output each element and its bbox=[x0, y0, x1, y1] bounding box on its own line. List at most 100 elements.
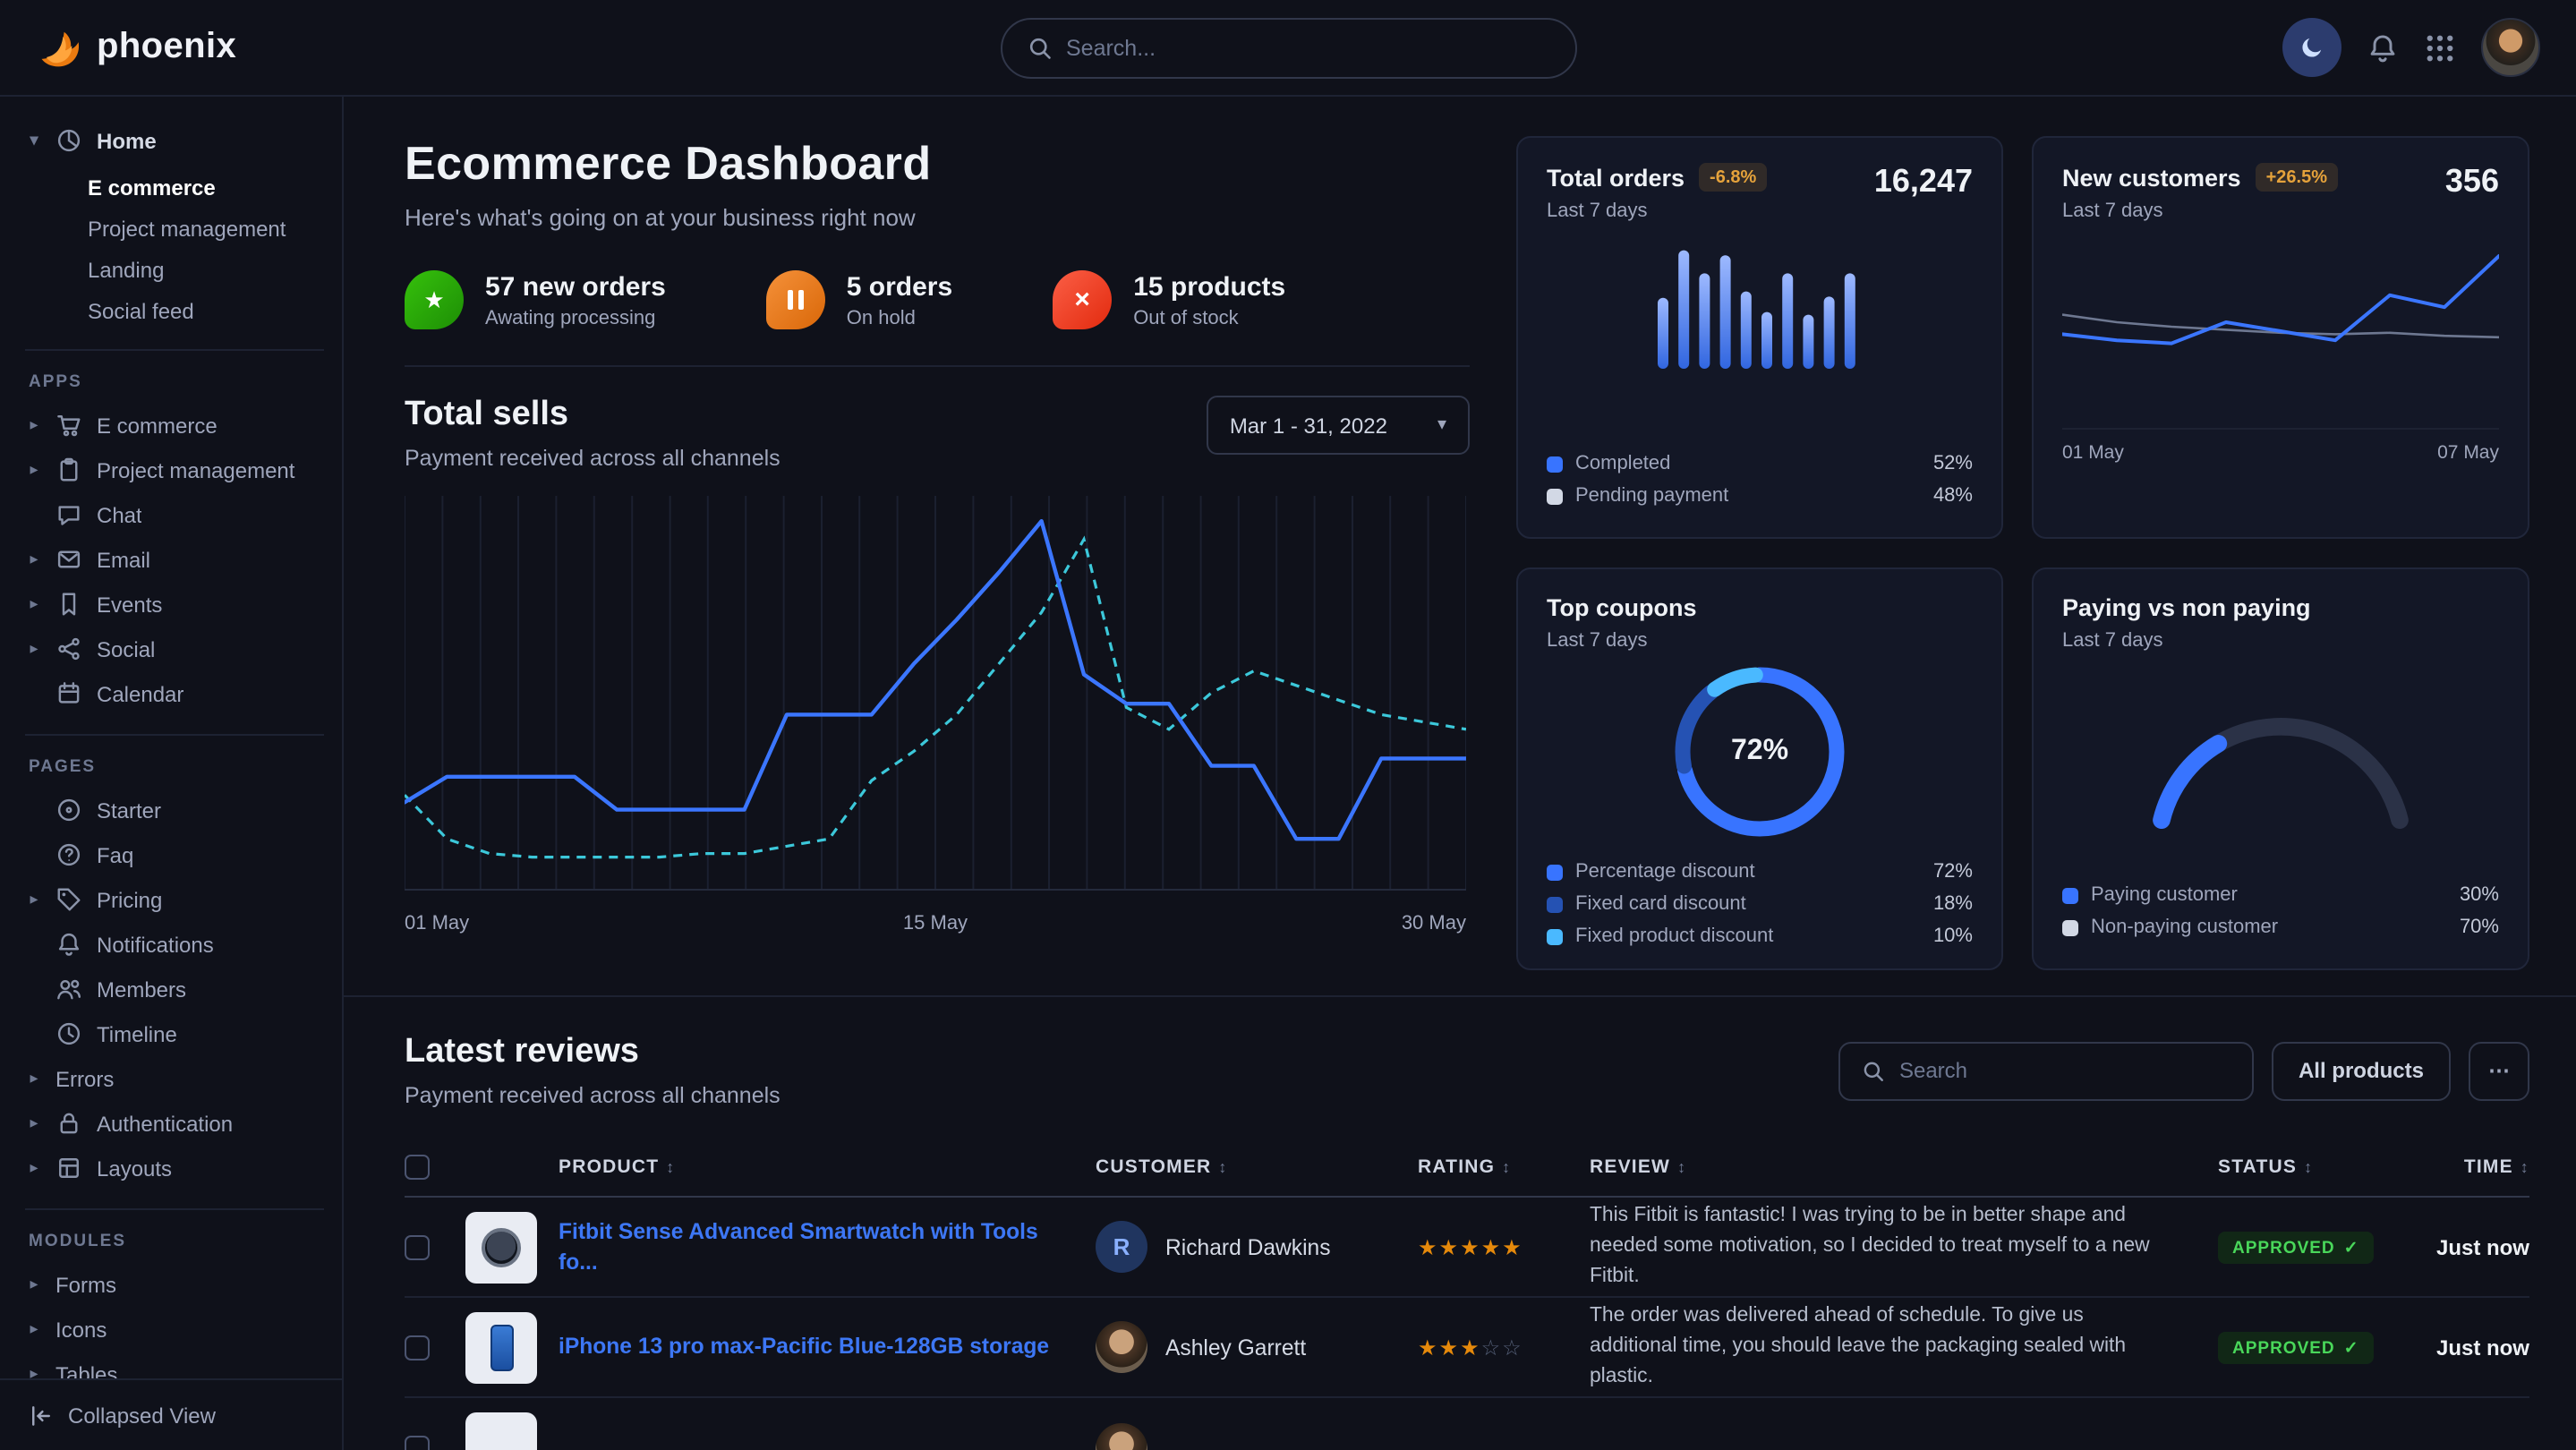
rating-stars: ★★★★★ bbox=[1418, 1231, 1590, 1263]
reviews-search-input[interactable] bbox=[1899, 1058, 2231, 1083]
sidebar-item-events[interactable]: ▸ Events bbox=[25, 582, 324, 627]
topbar-actions bbox=[2282, 18, 2540, 77]
product-link[interactable]: Fitbit Sense Advanced Smartwatch with To… bbox=[559, 1217, 1096, 1276]
brand[interactable]: phoenix bbox=[36, 24, 236, 71]
dashboard-left-column: Ecommerce Dashboard Here's what's going … bbox=[405, 136, 1470, 970]
sidebar-item-project-management-app[interactable]: ▸ Project management bbox=[25, 448, 324, 492]
clipboard-icon bbox=[55, 456, 84, 483]
sidebar-item-email[interactable]: ▸ Email bbox=[25, 537, 324, 582]
sidebar-item-project-management-dashboard[interactable]: Project management bbox=[25, 208, 324, 249]
x-tick: 07 May bbox=[2437, 442, 2499, 464]
column-header-time[interactable]: TIME↕ bbox=[2411, 1156, 2529, 1177]
search-icon bbox=[1027, 35, 1052, 60]
card-title: New customers bbox=[2062, 164, 2241, 191]
chat-bubble-icon bbox=[55, 501, 84, 528]
sidebar-item-calendar[interactable]: Calendar bbox=[25, 671, 324, 716]
column-header-review[interactable]: REVIEW↕ bbox=[1590, 1156, 2218, 1177]
table-row-partial bbox=[405, 1398, 2529, 1450]
sort-icon: ↕ bbox=[666, 1157, 675, 1175]
caret-right-icon: ▸ bbox=[25, 594, 43, 614]
column-header-customer[interactable]: CUSTOMER↕ bbox=[1096, 1156, 1418, 1177]
nine-dots-grid-icon bbox=[2424, 31, 2456, 64]
user-avatar[interactable] bbox=[2481, 18, 2540, 77]
row-checkbox[interactable] bbox=[405, 1234, 430, 1259]
row-checkbox[interactable] bbox=[405, 1436, 430, 1450]
theme-toggle-button[interactable] bbox=[2282, 18, 2341, 77]
more-options-button[interactable]: ⋯ bbox=[2469, 1041, 2529, 1100]
x-tick: 01 May bbox=[405, 913, 469, 934]
x-tick: 30 May bbox=[1402, 913, 1466, 934]
app-root: phoenix ▾ Home bbox=[0, 0, 2576, 1450]
legend-swatch bbox=[1547, 488, 1563, 504]
sidebar-item-errors[interactable]: ▸ Errors bbox=[25, 1056, 324, 1101]
customer-avatar[interactable] bbox=[1096, 1321, 1147, 1373]
legend-fixed-product-discount: Fixed product discount 10% bbox=[1547, 920, 1973, 952]
caret-right-icon: ▸ bbox=[25, 415, 43, 435]
sidebar-item-home[interactable]: ▾ Home bbox=[25, 118, 324, 163]
sidebar-item-notifications[interactable]: Notifications bbox=[25, 922, 324, 967]
table-row: iPhone 13 pro max-Pacific Blue-128GB sto… bbox=[405, 1298, 2529, 1398]
sidebar-item-label: Starter bbox=[97, 798, 161, 823]
card-title: Paying vs non paying bbox=[2062, 594, 2311, 621]
sidebar-section-apps: APPS ▸ E commerce ▸ Project management C… bbox=[25, 349, 324, 716]
column-header-rating[interactable]: RATING↕ bbox=[1418, 1156, 1590, 1177]
row-checkbox[interactable] bbox=[405, 1335, 430, 1360]
date-range-select[interactable]: Mar 1 - 31, 2022 ▾ bbox=[1207, 396, 1470, 455]
total-orders-value: 16,247 bbox=[1874, 163, 1973, 200]
sidebar-item-social-feed[interactable]: Social feed bbox=[25, 290, 324, 331]
caret-right-icon: ▸ bbox=[25, 1113, 43, 1133]
caret-right-icon: ▸ bbox=[25, 890, 43, 909]
column-header-status[interactable]: STATUS↕ bbox=[2218, 1156, 2411, 1177]
reviews-search[interactable] bbox=[1838, 1041, 2254, 1100]
sidebar-item-timeline[interactable]: Timeline bbox=[25, 1011, 324, 1056]
collapsed-view-toggle[interactable]: Collapsed View bbox=[0, 1378, 342, 1450]
sidebar-item-label: Project management bbox=[97, 457, 294, 482]
paying-gauge-chart bbox=[2062, 670, 2499, 831]
apps-grid-button[interactable] bbox=[2424, 31, 2456, 64]
sidebar-item-label: Chat bbox=[97, 502, 142, 527]
stat-orders-on-hold: 5 orders On hold bbox=[766, 270, 952, 329]
top-coupons-card: Top coupons Last 7 days 72% Percentage d… bbox=[1516, 567, 2003, 970]
product-thumbnail[interactable] bbox=[465, 1311, 537, 1383]
sidebar-item-chat[interactable]: Chat bbox=[25, 492, 324, 537]
legend-fixed-card-discount: Fixed card discount 18% bbox=[1547, 888, 1973, 920]
sidebar: ▾ Home E commerce Project management Lan… bbox=[0, 97, 344, 1450]
global-search[interactable] bbox=[1000, 17, 1576, 78]
notifications-button[interactable] bbox=[2367, 31, 2399, 64]
sidebar-item-social[interactable]: ▸ Social bbox=[25, 627, 324, 671]
column-header-product[interactable]: PRODUCT↕ bbox=[559, 1156, 1096, 1177]
bookmark-icon bbox=[55, 591, 84, 618]
customer-avatar[interactable] bbox=[1096, 1422, 1147, 1450]
sidebar-item-faq[interactable]: Faq bbox=[25, 832, 324, 877]
legend-label: Non-paying customer bbox=[2091, 917, 2278, 938]
customer-name: Richard Dawkins bbox=[1165, 1234, 1331, 1259]
sidebar-item-authentication[interactable]: ▸ Authentication bbox=[25, 1101, 324, 1146]
sidebar-item-members[interactable]: Members bbox=[25, 967, 324, 1011]
sidebar-item-label: Authentication bbox=[97, 1111, 233, 1136]
product-thumbnail[interactable] bbox=[465, 1211, 537, 1283]
search-input[interactable] bbox=[1066, 35, 1549, 60]
review-text: The order was delivered ahead of schedul… bbox=[1590, 1301, 2218, 1394]
orders-bar-chart bbox=[1547, 240, 1973, 372]
calendar-icon bbox=[55, 680, 84, 707]
all-products-button[interactable]: All products bbox=[2272, 1041, 2451, 1100]
legend-label: Pending payment bbox=[1575, 485, 1728, 507]
sidebar-item-landing[interactable]: Landing bbox=[25, 249, 324, 290]
sidebar-item-ecommerce-dashboard[interactable]: E commerce bbox=[25, 166, 324, 208]
sidebar-item-pricing[interactable]: ▸ Pricing bbox=[25, 877, 324, 922]
sidebar-item-forms[interactable]: ▸ Forms bbox=[25, 1262, 324, 1307]
sidebar-item-layouts[interactable]: ▸ Layouts bbox=[25, 1146, 324, 1190]
sidebar-item-label: Landing bbox=[88, 257, 164, 282]
customer-avatar[interactable]: R bbox=[1096, 1221, 1147, 1273]
sidebar-item-starter[interactable]: Starter bbox=[25, 788, 324, 832]
product-link[interactable]: iPhone 13 pro max-Pacific Blue-128GB sto… bbox=[559, 1332, 1096, 1361]
select-all-checkbox[interactable] bbox=[405, 1154, 430, 1179]
legend-label: Percentage discount bbox=[1575, 861, 1755, 883]
sidebar-item-label: E commerce bbox=[97, 413, 218, 438]
sidebar-item-ecommerce-app[interactable]: ▸ E commerce bbox=[25, 403, 324, 448]
product-thumbnail[interactable] bbox=[465, 1412, 537, 1450]
sidebar-item-icons[interactable]: ▸ Icons bbox=[25, 1307, 324, 1352]
users-icon bbox=[55, 976, 84, 1002]
status-badge: APPROVED✓ bbox=[2218, 1232, 2374, 1265]
caret-right-icon: ▸ bbox=[25, 1158, 43, 1178]
